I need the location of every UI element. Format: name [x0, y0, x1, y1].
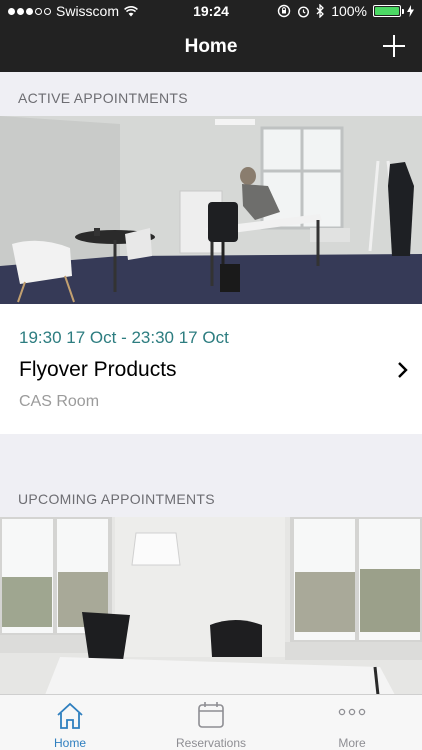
- battery-icon: [373, 5, 404, 17]
- home-icon: [57, 702, 83, 729]
- appointment-title: Flyover Products: [19, 358, 177, 381]
- navigation-bar: Swisscom 19:24 100% Home: [0, 0, 422, 72]
- tab-home[interactable]: Home: [0, 695, 140, 750]
- calendar-icon: [198, 702, 224, 728]
- charging-icon: [407, 5, 414, 17]
- appointment-time: 19:30 17 Oct - 23:30 17 Oct: [19, 328, 229, 347]
- tab-home-label: Home: [53, 736, 86, 750]
- add-appointment-button[interactable]: [382, 34, 406, 58]
- tab-reservations-label: Reservations: [175, 736, 247, 750]
- tab-bar: Home Reservations More: [0, 694, 422, 750]
- tab-reservations[interactable]: Reservations: [141, 695, 281, 750]
- room-photo: [0, 517, 422, 695]
- bluetooth-icon: [316, 4, 325, 18]
- appointment-room: CAS Room: [19, 393, 100, 410]
- upcoming-appointments-header: UPCOMING APPOINTMENTS: [18, 491, 215, 507]
- more-icon: [338, 708, 366, 716]
- alarm-icon: [298, 5, 310, 18]
- office-image: [0, 116, 422, 304]
- tab-more-label: More: [338, 736, 366, 750]
- tab-more[interactable]: More: [282, 695, 422, 750]
- battery-percent: 100%: [331, 3, 367, 19]
- status-bar: Swisscom 19:24 100%: [0, 0, 422, 24]
- upcoming-appointment-card[interactable]: [0, 517, 422, 695]
- office-image: [0, 517, 422, 695]
- rotation-lock-icon: [277, 4, 291, 18]
- active-appointments-header: ACTIVE APPOINTMENTS: [18, 90, 188, 106]
- page-title: Home: [184, 36, 238, 57]
- room-photo: [0, 116, 422, 304]
- chevron-right-icon[interactable]: [396, 360, 410, 380]
- active-appointment-card[interactable]: 19:30 17 Oct - 23:30 17 Oct Flyover Prod…: [0, 116, 422, 434]
- status-right: 100%: [277, 3, 414, 19]
